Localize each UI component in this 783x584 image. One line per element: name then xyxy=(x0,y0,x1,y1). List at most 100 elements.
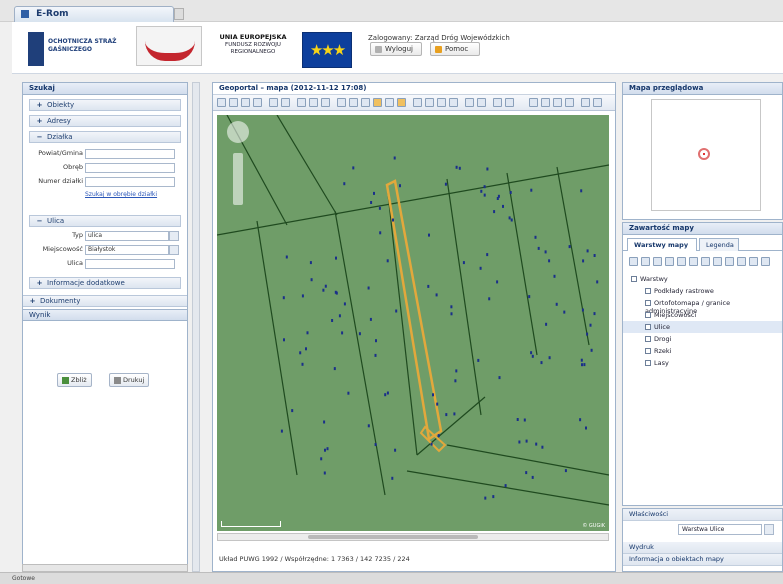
close-icon[interactable] xyxy=(593,98,602,107)
scroll-thumb[interactable] xyxy=(308,535,478,539)
layer-tree-item[interactable]: Rzeki xyxy=(623,345,782,357)
layer-tree-item[interactable]: Podkłady rastrowe xyxy=(623,285,782,297)
left-horizontal-scrollbar[interactable] xyxy=(22,564,188,572)
map-horizontal-scrollbar[interactable] xyxy=(217,533,609,541)
layer-tree-item[interactable]: Lasy xyxy=(623,357,782,369)
chevron-down-icon[interactable] xyxy=(764,524,774,535)
object-info-section[interactable]: Informacja o obiektach mapy xyxy=(623,554,782,566)
up-icon[interactable] xyxy=(653,257,662,266)
zoom-in-icon[interactable] xyxy=(229,98,238,107)
tree-marker xyxy=(374,353,377,357)
street-input[interactable] xyxy=(85,259,175,269)
print-button[interactable]: Drukuj xyxy=(109,373,150,387)
expand-all-icon[interactable] xyxy=(689,257,698,266)
layer-tree-item[interactable]: Drogi xyxy=(623,333,782,345)
properties-section[interactable]: Właściwości xyxy=(623,509,782,521)
city-select[interactable]: Białystok xyxy=(85,245,169,255)
refresh-icon[interactable] xyxy=(477,98,486,107)
tree-marker xyxy=(375,339,377,343)
layer-checkbox[interactable] xyxy=(645,336,651,342)
help-map-icon[interactable] xyxy=(505,98,514,107)
map-canvas[interactable]: © GUGiK xyxy=(217,115,609,531)
accordion-parcel[interactable]: − Działka xyxy=(29,131,181,143)
precinct-input[interactable] xyxy=(85,163,175,173)
layer-label: Podkłady rastrowe xyxy=(654,287,714,295)
tab-layers[interactable]: Warstwy mapy xyxy=(627,238,697,251)
remove-layer-icon[interactable] xyxy=(641,257,650,266)
accordion-extra-info[interactable]: + Informacje dodatkowe xyxy=(29,277,181,289)
settings-layers-icon[interactable] xyxy=(749,257,758,266)
zoom-out-icon[interactable] xyxy=(241,98,250,107)
accordion-documents[interactable]: + Dokumenty xyxy=(23,295,187,307)
pan-control[interactable] xyxy=(227,121,249,143)
new-tab-button[interactable] xyxy=(174,8,184,20)
save-icon[interactable] xyxy=(565,98,574,107)
label-icon[interactable] xyxy=(385,98,394,107)
county-input[interactable] xyxy=(85,149,175,159)
properties-select[interactable]: Warstwa Ulice xyxy=(678,524,762,535)
draw-icon[interactable] xyxy=(349,98,358,107)
tab-legend[interactable]: Legenda xyxy=(699,238,739,251)
zoom-extent-icon[interactable] xyxy=(253,98,262,107)
app-tab[interactable]: E-Rom xyxy=(14,6,174,22)
add-layer-icon[interactable] xyxy=(629,257,638,266)
forward-icon[interactable] xyxy=(281,98,290,107)
gear-icon[interactable] xyxy=(581,98,590,107)
tree-marker xyxy=(428,233,430,237)
export-icon[interactable] xyxy=(425,98,434,107)
accordion-addresses[interactable]: + Adresy xyxy=(29,115,181,127)
layer-checkbox[interactable] xyxy=(645,324,651,330)
parcel-icon[interactable] xyxy=(397,98,406,107)
accordion-label: Ulica xyxy=(47,217,65,225)
layer-checkbox[interactable] xyxy=(645,360,651,366)
layer-checkbox[interactable] xyxy=(645,312,651,318)
tree-marker xyxy=(545,322,548,326)
type-select[interactable]: ulica xyxy=(85,231,169,241)
zoom-slider[interactable] xyxy=(233,153,243,205)
info-icon[interactable] xyxy=(297,98,306,107)
layer-checkbox[interactable] xyxy=(645,348,651,354)
parcel-number-input[interactable] xyxy=(85,177,175,187)
logout-button[interactable]: Wyloguj xyxy=(370,42,422,56)
select-icon[interactable] xyxy=(337,98,346,107)
search-within-parcel-link[interactable]: Szukaj w obrębie działki xyxy=(85,191,157,198)
area-icon[interactable] xyxy=(321,98,330,107)
fullscreen-icon[interactable] xyxy=(541,98,550,107)
edit-icon[interactable] xyxy=(361,98,370,107)
refresh-layers-icon[interactable] xyxy=(713,257,722,266)
help-button[interactable]: Pomoc xyxy=(430,42,480,56)
layer-checkbox[interactable] xyxy=(645,300,651,306)
chevron-down-icon[interactable] xyxy=(169,245,179,255)
filter-layers-icon[interactable] xyxy=(725,257,734,266)
pan-icon[interactable] xyxy=(217,98,226,107)
layer-tree-item[interactable]: Warstwy xyxy=(623,273,782,285)
link-icon[interactable] xyxy=(553,98,562,107)
down-icon[interactable] xyxy=(665,257,674,266)
clear-icon[interactable] xyxy=(529,98,538,107)
accordion-street[interactable]: − Ulica xyxy=(29,215,181,227)
splitter[interactable] xyxy=(192,82,200,572)
highlight-icon[interactable] xyxy=(373,98,382,107)
accordion-objects[interactable]: + Obiekty xyxy=(29,99,181,111)
settings-icon[interactable] xyxy=(493,98,502,107)
filter-icon[interactable] xyxy=(449,98,458,107)
layer-checkbox[interactable] xyxy=(631,276,637,282)
info-layers-icon[interactable] xyxy=(737,257,746,266)
print-section[interactable]: Wydruk xyxy=(623,542,782,554)
help-layers-icon[interactable] xyxy=(761,257,770,266)
properties-icon[interactable] xyxy=(677,257,686,266)
layer-checkbox[interactable] xyxy=(645,288,651,294)
collapse-all-icon[interactable] xyxy=(701,257,710,266)
back-icon[interactable] xyxy=(269,98,278,107)
zoom-to-button[interactable]: Zbliż xyxy=(57,373,92,387)
layer-tree-item[interactable]: Ortofotomapa / granice administracyjne xyxy=(623,297,782,315)
layer-icon[interactable] xyxy=(465,98,474,107)
measure-icon[interactable] xyxy=(309,98,318,107)
layer-tree-item[interactable]: Ulice xyxy=(623,321,782,333)
overview-map[interactable] xyxy=(651,99,761,211)
layer-tree-item[interactable]: Miejscowości xyxy=(623,309,782,321)
search-icon[interactable] xyxy=(437,98,446,107)
tree-marker xyxy=(480,189,483,193)
print-map-icon[interactable] xyxy=(413,98,422,107)
chevron-down-icon[interactable] xyxy=(169,231,179,241)
